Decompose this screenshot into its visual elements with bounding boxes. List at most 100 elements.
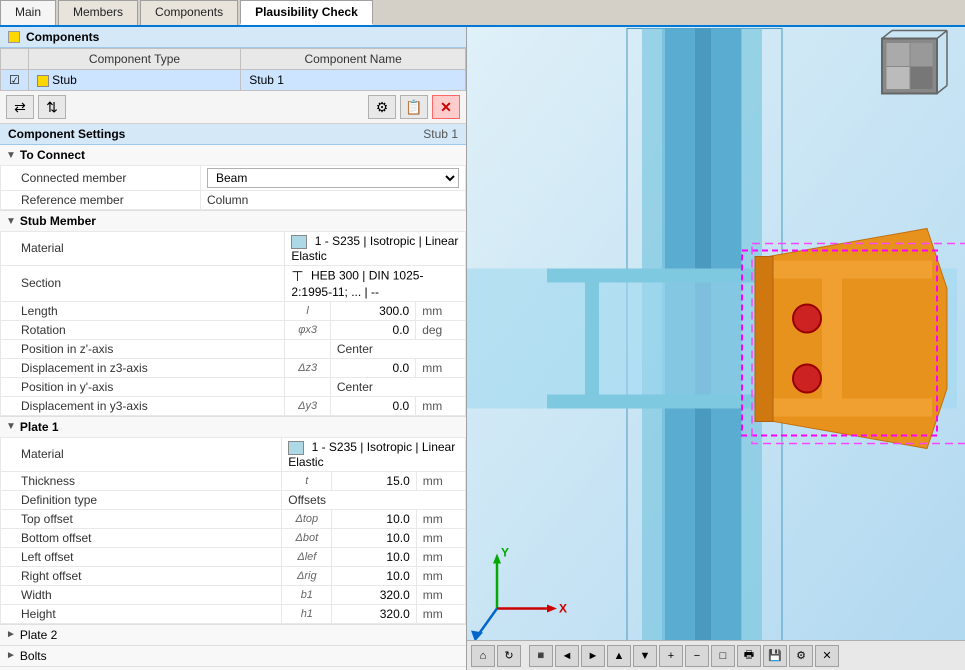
plate1-header[interactable]: ▼ Plate 1 (0, 417, 466, 437)
btn-view-save[interactable]: 💾 (763, 645, 787, 667)
select-connected-member[interactable]: Beam (207, 168, 459, 188)
btn-view-rotate-x[interactable]: ↻ (497, 645, 521, 667)
prop-right-offset: Right offset Δrig 10.0 mm (1, 566, 466, 585)
label-reference-member: Reference member (1, 191, 201, 210)
symbol-top-offset: Δtop (282, 509, 332, 528)
tab-members[interactable]: Members (58, 0, 138, 25)
btn-expand-all[interactable]: ⇅ (38, 95, 66, 119)
value-position-z: Center (330, 339, 465, 358)
plate1-props: Material 1 - S235 | Isotropic | Linear E… (0, 437, 466, 624)
btn-view-front[interactable]: ◾ (529, 645, 553, 667)
label-connected-member: Connected member (1, 166, 201, 191)
btn-view-move-up[interactable]: ▲ (607, 645, 631, 667)
symbol-height: h1 (282, 604, 332, 623)
welds-section[interactable]: ► Welds (0, 667, 466, 670)
prop-left-offset: Left offset Δlef 10.0 mm (1, 547, 466, 566)
dropdown-connected-member[interactable]: Beam (207, 168, 459, 188)
to-connect-header[interactable]: ▼ To Connect (0, 145, 466, 165)
tab-main[interactable]: Main (0, 0, 56, 25)
value-width[interactable]: 320.0 (332, 585, 416, 604)
component-toolbar: ⇄ ⇅ ⚙ 📋 ✕ (0, 91, 466, 124)
label-section: Section (1, 265, 285, 301)
value-height[interactable]: 320.0 (332, 604, 416, 623)
value-connected-member[interactable]: Beam (201, 166, 466, 191)
unit-thickness: mm (416, 471, 465, 490)
svg-text:Y: Y (501, 546, 509, 560)
symbol-length: l (285, 301, 331, 320)
row-name: Stub 1 (241, 70, 466, 91)
btn-view-render[interactable]: □ (711, 645, 735, 667)
value-thickness[interactable]: 15.0 (332, 471, 416, 490)
btn-delete[interactable]: ✕ (432, 95, 460, 119)
value-length[interactable]: 300.0 (330, 301, 415, 320)
stub-member-title: Stub Member (20, 214, 96, 228)
value-displacement-z3[interactable]: 0.0 (330, 358, 415, 377)
btn-view-zoom-in[interactable]: + (659, 645, 683, 667)
prop-height: Height h1 320.0 mm (1, 604, 466, 623)
value-right-offset[interactable]: 10.0 (332, 566, 416, 585)
label-left-offset: Left offset (1, 547, 282, 566)
expand-icon-to-connect: ▼ (6, 150, 16, 161)
row-check[interactable]: ☑ (1, 70, 29, 91)
row-color-swatch (37, 75, 49, 87)
value-left-offset[interactable]: 10.0 (332, 547, 416, 566)
row-type: Stub (28, 70, 241, 91)
btn-view-move-right[interactable]: ► (581, 645, 605, 667)
label-height: Height (1, 604, 282, 623)
3d-view[interactable]: Y X Z (467, 27, 965, 670)
prop-definition-type: Definition type Offsets (1, 490, 466, 509)
label-definition-type: Definition type (1, 490, 282, 509)
btn-collapse-all[interactable]: ⇄ (6, 95, 34, 119)
btn-view-move-left[interactable]: ◄ (555, 645, 579, 667)
prop-section: Section ⊤ HEB 300 | DIN 1025-2:1995-11; … (1, 265, 466, 301)
label-width: Width (1, 585, 282, 604)
unit-displacement-z3: mm (416, 358, 466, 377)
unit-right-offset: mm (416, 566, 465, 585)
expand-icon-plate2: ► (6, 629, 16, 640)
unit-rotation: deg (416, 320, 466, 339)
btn-copy[interactable]: 📋 (400, 95, 428, 119)
symbol-displacement-y3: Δy3 (285, 396, 331, 415)
settings-stub-label: Stub 1 (423, 127, 458, 141)
btn-view-home[interactable]: ⌂ (471, 645, 495, 667)
plate2-section[interactable]: ► Plate 2 (0, 625, 466, 646)
btn-view-zoom-out[interactable]: − (685, 645, 709, 667)
prop-thickness: Thickness t 15.0 mm (1, 471, 466, 490)
view-toolbar: ⌂ ↻ ◾ ◄ ► ▲ ▼ + − □ 🖶 💾 ⚙ ✕ (467, 640, 965, 670)
symbol-width: b1 (282, 585, 332, 604)
prop-length: Length l 300.0 mm (1, 301, 466, 320)
label-displacement-z3: Displacement in z3-axis (1, 358, 285, 377)
stub-member-header[interactable]: ▼ Stub Member (0, 211, 466, 231)
btn-view-settings2[interactable]: ⚙ (789, 645, 813, 667)
settings-title: Component Settings (8, 127, 125, 141)
expand-icon-bolts: ► (6, 650, 16, 661)
value-rotation[interactable]: 0.0 (330, 320, 415, 339)
tab-plausibility-check[interactable]: Plausibility Check (240, 0, 373, 25)
stub-member-props: Material 1 - S235 | Isotropic | Linear E… (0, 231, 466, 416)
plate1-title: Plate 1 (20, 420, 59, 434)
label-rotation: Rotation (1, 320, 285, 339)
tab-components[interactable]: Components (140, 0, 238, 25)
components-table: Component Type Component Name ☑ Stub Stu… (0, 48, 466, 91)
settings-area[interactable]: ▼ To Connect Connected member Beam (0, 145, 466, 670)
btn-view-move-down[interactable]: ▼ (633, 645, 657, 667)
col-type: Component Type (28, 49, 241, 70)
value-top-offset[interactable]: 10.0 (332, 509, 416, 528)
prop-plate1-material: Material 1 - S235 | Isotropic | Linear E… (1, 437, 466, 471)
plate1-section: ▼ Plate 1 Material 1 - S235 | Isotropic … (0, 417, 466, 625)
bolts-title: Bolts (20, 649, 47, 663)
value-displacement-y3[interactable]: 0.0 (330, 396, 415, 415)
value-position-y: Center (330, 377, 465, 396)
value-plate1-material: 1 - S235 | Isotropic | Linear Elastic (282, 437, 466, 471)
unit-displacement-y3: mm (416, 396, 466, 415)
prop-position-y: Position in y'-axis Center (1, 377, 466, 396)
plate2-title: Plate 2 (20, 628, 57, 642)
btn-settings[interactable]: ⚙ (368, 95, 396, 119)
unit-length: mm (416, 301, 466, 320)
btn-view-close[interactable]: ✕ (815, 645, 839, 667)
bolts-section[interactable]: ► Bolts (0, 646, 466, 667)
table-row[interactable]: ☑ Stub Stub 1 (1, 70, 466, 91)
value-reference-member: Column (201, 191, 466, 210)
value-bottom-offset[interactable]: 10.0 (332, 528, 416, 547)
btn-view-print[interactable]: 🖶 (737, 645, 761, 667)
